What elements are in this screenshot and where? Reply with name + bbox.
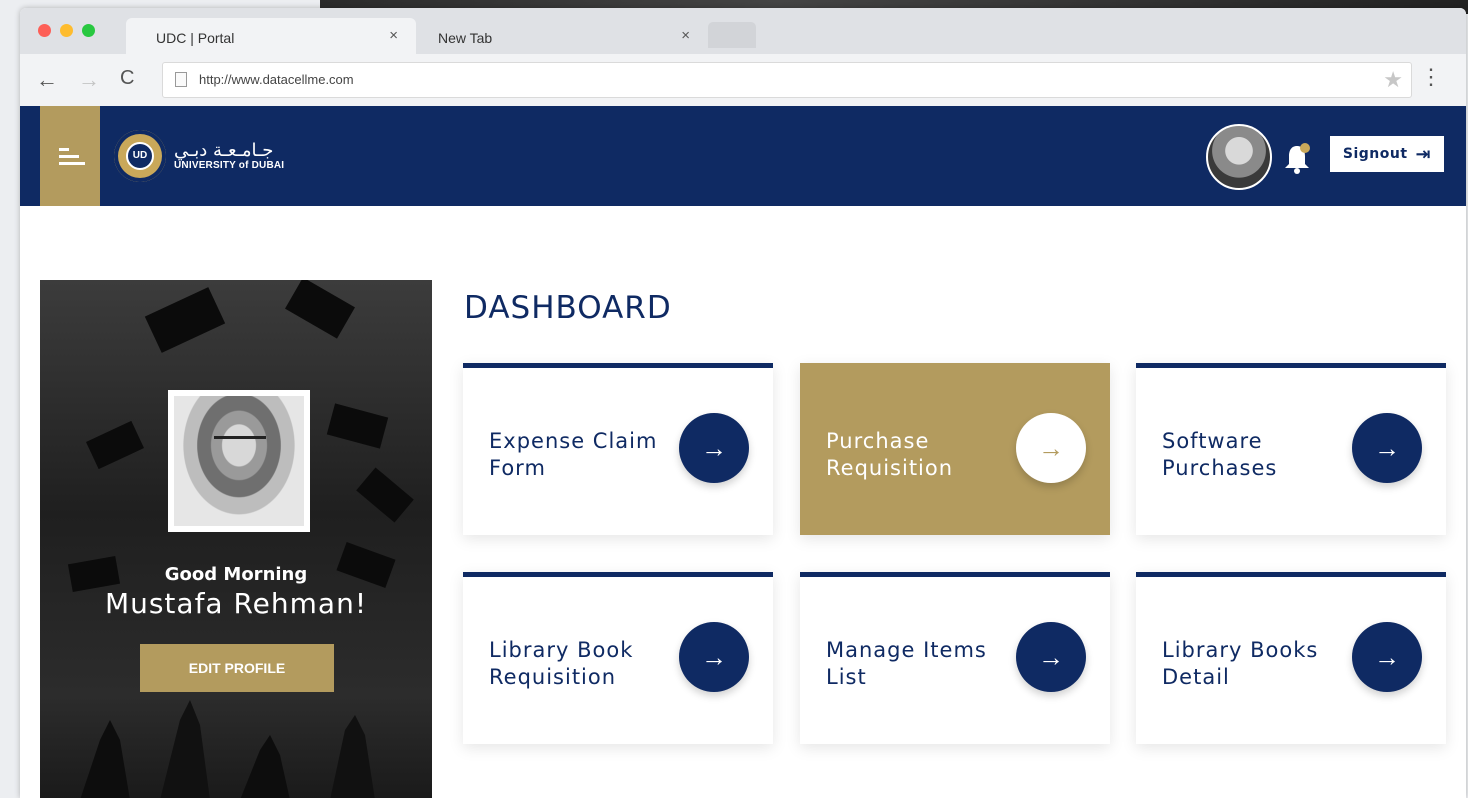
- arrow-right-icon[interactable]: →: [1352, 622, 1422, 692]
- graduation-cap-decoration: [326, 403, 389, 449]
- card-title: Purchase Requisition: [826, 429, 954, 480]
- card-title: Expense Claim Form: [489, 429, 658, 480]
- arrow-right-icon[interactable]: →: [1016, 413, 1086, 483]
- minimize-window-button[interactable]: [60, 24, 73, 37]
- maximize-window-button[interactable]: [82, 24, 95, 37]
- arrow-right-icon[interactable]: →: [679, 622, 749, 692]
- browser-window: UDC | Portal × New Tab × ← → C http://ww…: [20, 8, 1466, 798]
- graduation-cap-decoration: [356, 467, 414, 523]
- arrow-right-icon[interactable]: →: [1352, 413, 1422, 483]
- logo-english: UNIVERSITY of DUBAI: [174, 159, 285, 171]
- graduation-cap-decoration: [86, 420, 144, 470]
- notification-dot: [1300, 143, 1310, 153]
- profile-photo: [174, 396, 304, 526]
- card-title: Software Purchases: [1162, 429, 1278, 480]
- tab-label: UDC | Portal: [156, 30, 235, 46]
- bookmark-star-icon[interactable]: ★: [1383, 67, 1403, 93]
- tab-new-tab[interactable]: New Tab ×: [408, 18, 708, 56]
- card-library-book-requisition[interactable]: Library Book Requisition →: [463, 572, 773, 744]
- card-software-purchases[interactable]: Software Purchases →: [1136, 363, 1446, 535]
- address-bar[interactable]: http://www.datacellme.com ★: [162, 62, 1412, 98]
- logo-arabic: جـامـعـة دبـي: [174, 139, 274, 161]
- glasses-detail: [214, 436, 266, 453]
- university-seal-icon: UD: [114, 130, 166, 182]
- profile-panel: Good Morning Mustafa Rehman! EDIT PROFIL…: [40, 280, 432, 798]
- user-avatar[interactable]: [1206, 124, 1272, 190]
- url-text[interactable]: http://www.datacellme.com: [199, 72, 354, 87]
- dashboard-title: DASHBOARD: [464, 290, 672, 326]
- back-icon[interactable]: ←: [36, 67, 58, 93]
- card-manage-items-list[interactable]: Manage Items List →: [800, 572, 1110, 744]
- tab-udc-portal[interactable]: UDC | Portal ×: [126, 18, 416, 56]
- hamburger-icon: [59, 144, 85, 169]
- new-tab-button[interactable]: [708, 22, 756, 48]
- greeting-text: Good Morning: [164, 564, 308, 585]
- close-window-button[interactable]: [38, 24, 51, 37]
- card-title: Library Book Requisition: [489, 638, 634, 689]
- card-purchase-requisition[interactable]: Purchase Requisition →: [800, 363, 1110, 535]
- graduation-cap-decoration: [285, 280, 355, 339]
- university-logo[interactable]: UD جـامـعـة دبـي UNIVERSITY of DUBAI: [114, 128, 284, 184]
- signout-icon: ⇥: [1415, 143, 1432, 165]
- tab-close-icon[interactable]: ×: [389, 27, 398, 44]
- raised-hands-decoration: [80, 700, 375, 798]
- arrow-right-icon[interactable]: →: [1016, 622, 1086, 692]
- card-title: Manage Items List: [826, 638, 987, 689]
- tab-strip: UDC | Portal × New Tab ×: [20, 8, 1466, 56]
- reload-icon[interactable]: C: [120, 67, 134, 90]
- arrow-right-icon[interactable]: →: [679, 413, 749, 483]
- card-library-books-detail[interactable]: Library Books Detail →: [1136, 572, 1446, 744]
- tab-close-icon[interactable]: ×: [681, 27, 690, 44]
- card-title: Library Books Detail: [1162, 638, 1319, 689]
- hamburger-menu-button[interactable]: [40, 106, 100, 206]
- browser-toolbar: ← → C http://www.datacellme.com ★ ⋮: [20, 54, 1466, 107]
- signout-button[interactable]: Signout ⇥: [1330, 136, 1444, 172]
- signout-label: Signout: [1342, 146, 1408, 162]
- profile-photo-frame: [168, 390, 310, 532]
- notification-bell-icon[interactable]: [1282, 142, 1312, 176]
- forward-icon[interactable]: →: [78, 67, 100, 93]
- browser-menu-icon[interactable]: ⋮: [1420, 64, 1442, 90]
- tab-label: New Tab: [438, 30, 493, 46]
- greeting-block: Good Morning Mustafa Rehman!: [40, 564, 432, 620]
- page-icon: [175, 72, 187, 87]
- logo-text: جـامـعـة دبـي UNIVERSITY of DUBAI: [174, 139, 285, 171]
- user-name: Mustafa Rehman!: [104, 587, 368, 620]
- graduation-cap-decoration: [144, 287, 226, 353]
- card-expense-claim-form[interactable]: Expense Claim Form →: [463, 363, 773, 535]
- seal-letters: UD: [126, 142, 154, 170]
